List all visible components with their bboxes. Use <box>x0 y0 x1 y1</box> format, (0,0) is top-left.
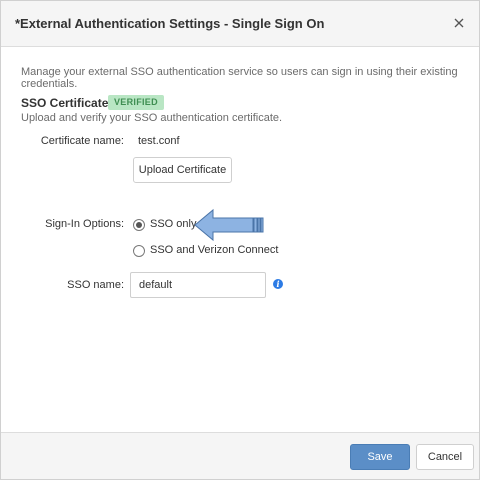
certificate-subtext: Upload and verify your SSO authenticatio… <box>21 112 283 124</box>
sso-settings-dialog: *External Authentication Settings - Sing… <box>0 0 480 480</box>
close-icon[interactable] <box>451 14 467 32</box>
verified-badge: VERIFIED <box>108 95 164 110</box>
save-button[interactable]: Save <box>350 444 410 470</box>
sso-only-label[interactable]: SSO only <box>150 218 196 230</box>
sso-name-label: SSO name: <box>67 279 124 291</box>
dialog-header: *External Authentication Settings - Sing… <box>1 1 479 47</box>
sso-certificate-heading: SSO Certificate <box>21 96 109 110</box>
sso-and-verizon-connect-radio[interactable] <box>133 245 145 257</box>
sso-only-radio[interactable] <box>133 219 145 231</box>
certificate-name-value: test.conf <box>138 135 180 147</box>
sign-in-options-label: Sign-In Options: <box>45 218 124 230</box>
sso-name-input[interactable] <box>130 272 266 298</box>
info-icon[interactable]: i <box>273 279 283 289</box>
upload-certificate-button[interactable]: Upload Certificate <box>133 157 232 183</box>
left-arrow-icon <box>193 208 267 242</box>
certificate-name-label: Certificate name: <box>40 135 124 147</box>
dialog-description: Manage your external SSO authentication … <box>21 66 458 90</box>
cancel-button[interactable]: Cancel <box>416 444 474 470</box>
dialog-title: *External Authentication Settings - Sing… <box>15 16 325 31</box>
sso-and-verizon-connect-label[interactable]: SSO and Verizon Connect <box>150 244 278 256</box>
